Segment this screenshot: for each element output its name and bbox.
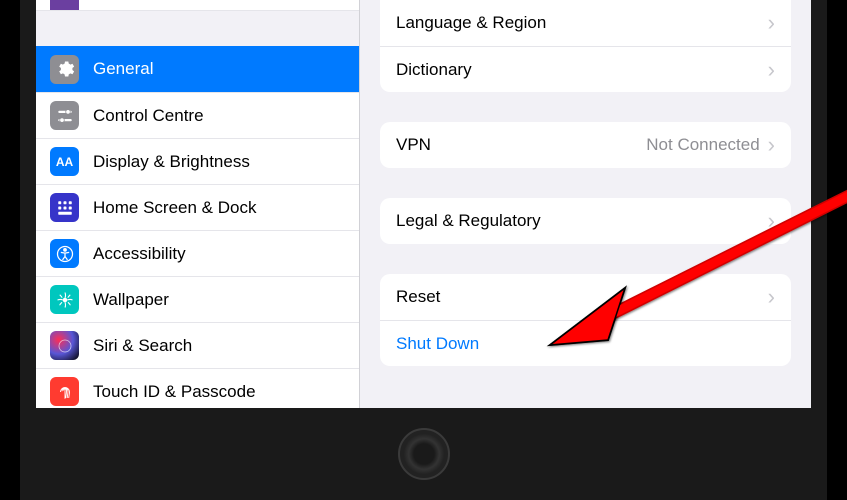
chevron-right-icon: › bbox=[768, 59, 775, 81]
content-group: VPN Not Connected › bbox=[380, 122, 791, 168]
chevron-right-icon: › bbox=[768, 12, 775, 34]
sidebar-label: Control Centre bbox=[93, 106, 204, 126]
sliders-icon bbox=[50, 101, 79, 130]
sidebar-item-control-centre[interactable]: Control Centre bbox=[36, 92, 359, 138]
content-group: Legal & Regulatory › bbox=[380, 198, 791, 244]
sidebar-item-home-screen[interactable]: Home Screen & Dock bbox=[36, 184, 359, 230]
row-label: Reset bbox=[396, 287, 768, 307]
accessibility-icon bbox=[50, 239, 79, 268]
row-language-region[interactable]: Language & Region › bbox=[380, 0, 791, 46]
sidebar-item-partial[interactable] bbox=[36, 0, 359, 10]
sidebar-item-accessibility[interactable]: Accessibility bbox=[36, 230, 359, 276]
sidebar-label: Siri & Search bbox=[93, 336, 192, 356]
sidebar-item-siri-search[interactable]: Siri & Search bbox=[36, 322, 359, 368]
row-label: Shut Down bbox=[396, 334, 775, 354]
row-label: Language & Region bbox=[396, 13, 768, 33]
chevron-right-icon: › bbox=[768, 210, 775, 232]
row-dictionary[interactable]: Dictionary › bbox=[380, 46, 791, 92]
row-vpn[interactable]: VPN Not Connected › bbox=[380, 122, 791, 168]
fingerprint-icon bbox=[50, 377, 79, 406]
screen: General Control Centre AA Display & Brig… bbox=[36, 0, 811, 408]
siri-icon bbox=[50, 331, 79, 360]
row-value: Not Connected bbox=[646, 135, 759, 155]
sidebar-item-touch-id[interactable]: Touch ID & Passcode bbox=[36, 368, 359, 408]
sidebar-label: Home Screen & Dock bbox=[93, 198, 256, 218]
sidebar-label: Wallpaper bbox=[93, 290, 169, 310]
text-size-icon: AA bbox=[50, 147, 79, 176]
row-label: Legal & Regulatory bbox=[396, 211, 768, 231]
sidebar-label: General bbox=[93, 59, 153, 79]
gear-icon bbox=[50, 55, 79, 84]
wallpaper-icon bbox=[50, 285, 79, 314]
settings-content: Language & Region › Dictionary › VPN Not… bbox=[360, 0, 811, 408]
sidebar-item-display-brightness[interactable]: AA Display & Brightness bbox=[36, 138, 359, 184]
sidebar-gap bbox=[36, 11, 359, 46]
row-shut-down[interactable]: Shut Down bbox=[380, 320, 791, 366]
sidebar-label: Display & Brightness bbox=[93, 152, 250, 172]
row-label: Dictionary bbox=[396, 60, 768, 80]
row-reset[interactable]: Reset › bbox=[380, 274, 791, 320]
row-label: VPN bbox=[396, 135, 646, 155]
home-button[interactable] bbox=[398, 428, 450, 480]
sidebar-label: Touch ID & Passcode bbox=[93, 382, 256, 402]
grid-icon bbox=[50, 193, 79, 222]
device-frame: General Control Centre AA Display & Brig… bbox=[20, 0, 827, 500]
chevron-right-icon: › bbox=[768, 286, 775, 308]
app-icon bbox=[50, 0, 79, 10]
sidebar-item-wallpaper[interactable]: Wallpaper bbox=[36, 276, 359, 322]
content-group: Reset › Shut Down bbox=[380, 274, 791, 366]
settings-sidebar: General Control Centre AA Display & Brig… bbox=[36, 0, 360, 408]
row-legal-regulatory[interactable]: Legal & Regulatory › bbox=[380, 198, 791, 244]
sidebar-label: Accessibility bbox=[93, 244, 186, 264]
content-group: Language & Region › Dictionary › bbox=[380, 0, 791, 92]
sidebar-item-general[interactable]: General bbox=[36, 46, 359, 92]
chevron-right-icon: › bbox=[768, 134, 775, 156]
